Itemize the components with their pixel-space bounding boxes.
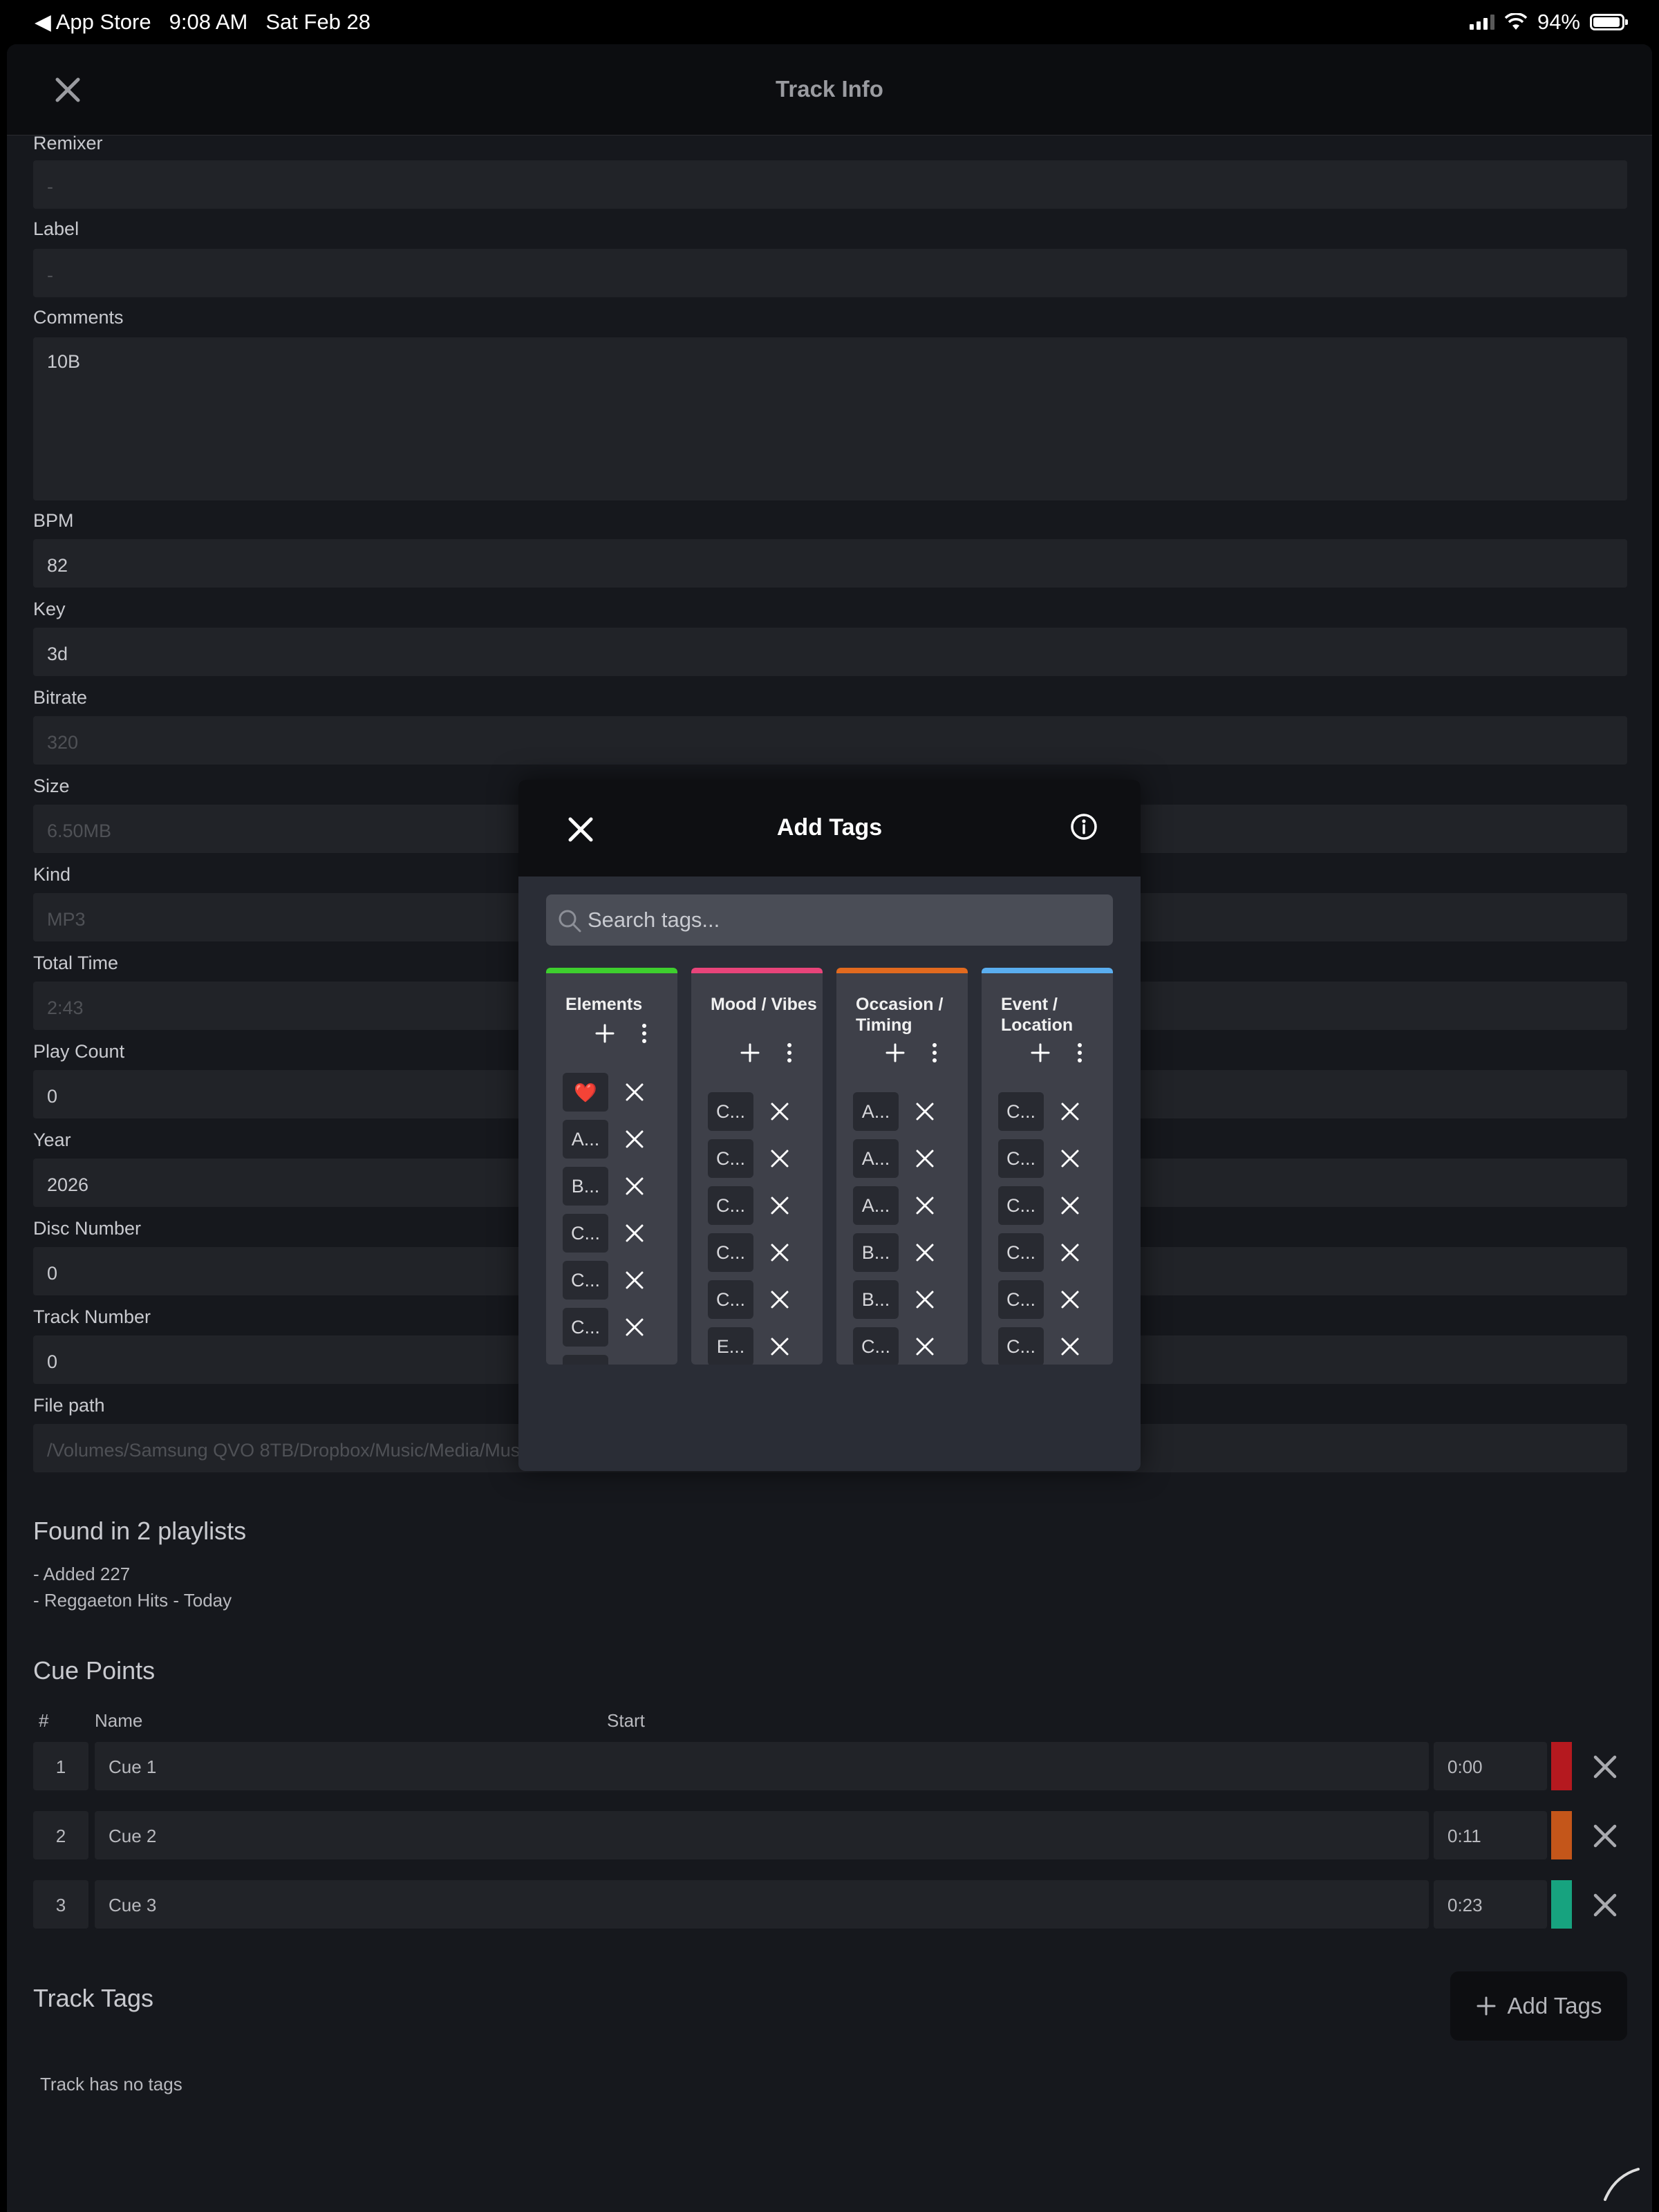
remove-tag-icon[interactable] bbox=[915, 1196, 935, 1215]
tag-column-elements: Elements ❤️ A... B... C... C... C... bbox=[546, 968, 677, 1365]
more-vertical-icon[interactable] bbox=[640, 1023, 648, 1044]
tag-chip[interactable]: C... bbox=[708, 1233, 753, 1272]
add-tag-icon[interactable] bbox=[1030, 1042, 1051, 1063]
column-color-bar bbox=[691, 968, 823, 973]
column-title: Occasion / Timing bbox=[856, 995, 944, 1035]
remove-tag-icon[interactable] bbox=[1060, 1102, 1080, 1121]
tag-column-mood-vibes: Mood / Vibes C... C... C... C... C... E.… bbox=[691, 968, 823, 1365]
tag-chip[interactable]: C... bbox=[853, 1327, 899, 1365]
more-vertical-icon[interactable] bbox=[930, 1042, 939, 1063]
remove-tag-icon[interactable] bbox=[770, 1290, 789, 1309]
remove-tag-icon[interactable] bbox=[770, 1149, 789, 1168]
remove-tag-icon[interactable] bbox=[770, 1243, 789, 1262]
tag-chip[interactable]: A... bbox=[853, 1092, 899, 1131]
remove-tag-icon[interactable] bbox=[770, 1337, 789, 1356]
tag-chip[interactable]: C... bbox=[563, 1214, 608, 1253]
more-vertical-icon[interactable] bbox=[785, 1042, 794, 1063]
tag-chip[interactable]: B... bbox=[563, 1167, 608, 1206]
modal-header: Add Tags bbox=[518, 780, 1141, 877]
tag-column-event-location: Event / Location C... C... C... C... C..… bbox=[982, 968, 1113, 1365]
tag-chip[interactable]: A... bbox=[853, 1139, 899, 1178]
remove-tag-icon[interactable] bbox=[625, 1130, 644, 1149]
tag-search-input[interactable] bbox=[588, 894, 1099, 946]
remove-tag-icon[interactable] bbox=[1060, 1337, 1080, 1356]
tag-search-bar bbox=[546, 894, 1113, 946]
tag-chip[interactable]: C... bbox=[708, 1280, 753, 1319]
modal-title: Add Tags bbox=[776, 814, 883, 841]
remove-tag-icon[interactable] bbox=[915, 1337, 935, 1356]
tag-chip[interactable]: C... bbox=[708, 1092, 753, 1131]
add-tags-modal: Add Tags Elements ❤️ A... B... C... C...… bbox=[518, 780, 1141, 1471]
remove-tag-icon[interactable] bbox=[1060, 1149, 1080, 1168]
column-color-bar bbox=[546, 968, 677, 973]
tag-column-occasion-timing: Occasion / Timing A... A... A... B... B.… bbox=[836, 968, 968, 1365]
tag-chip[interactable]: C... bbox=[708, 1139, 753, 1178]
tag-chip[interactable]: C... bbox=[998, 1233, 1044, 1272]
remove-tag-icon[interactable] bbox=[915, 1243, 935, 1262]
tag-chip[interactable]: C... bbox=[998, 1280, 1044, 1319]
info-icon[interactable] bbox=[1070, 813, 1098, 841]
tag-chip[interactable]: C... bbox=[998, 1139, 1044, 1178]
remove-tag-icon[interactable] bbox=[770, 1196, 789, 1215]
add-tag-icon[interactable] bbox=[885, 1042, 906, 1063]
column-title: Mood / Vibes bbox=[711, 995, 817, 1014]
remove-tag-icon[interactable] bbox=[915, 1290, 935, 1309]
remove-tag-icon[interactable] bbox=[915, 1149, 935, 1168]
remove-tag-icon[interactable] bbox=[625, 1082, 644, 1102]
search-icon bbox=[559, 910, 581, 932]
tag-chip[interactable]: A... bbox=[853, 1186, 899, 1225]
tag-chip[interactable]: B... bbox=[853, 1233, 899, 1272]
tag-chip[interactable]: E... bbox=[708, 1327, 753, 1365]
tag-chip[interactable]: C... bbox=[563, 1261, 608, 1300]
column-color-bar bbox=[982, 968, 1113, 973]
column-title: Elements bbox=[565, 995, 643, 1014]
remove-tag-icon[interactable] bbox=[915, 1102, 935, 1121]
column-title: Event / Location bbox=[1001, 995, 1074, 1035]
tag-chip[interactable]: A... bbox=[563, 1120, 608, 1159]
tag-chip[interactable]: C... bbox=[998, 1186, 1044, 1225]
add-tag-icon[interactable] bbox=[594, 1023, 615, 1044]
tag-chip[interactable]: C... bbox=[998, 1327, 1044, 1365]
remove-tag-icon[interactable] bbox=[625, 1224, 644, 1243]
remove-tag-icon[interactable] bbox=[1060, 1196, 1080, 1215]
remove-tag-icon[interactable] bbox=[1060, 1243, 1080, 1262]
tag-chip[interactable]: C... bbox=[708, 1186, 753, 1225]
remove-tag-icon[interactable] bbox=[625, 1271, 644, 1290]
remove-tag-icon[interactable] bbox=[770, 1102, 789, 1121]
remove-tag-icon[interactable] bbox=[625, 1177, 644, 1196]
remove-tag-icon[interactable] bbox=[625, 1318, 644, 1337]
more-vertical-icon[interactable] bbox=[1076, 1042, 1084, 1063]
remove-tag-icon[interactable] bbox=[1060, 1290, 1080, 1309]
add-tag-icon[interactable] bbox=[740, 1042, 760, 1063]
tag-chip[interactable]: C... bbox=[998, 1092, 1044, 1131]
tag-chip[interactable]: B... bbox=[853, 1280, 899, 1319]
column-color-bar bbox=[836, 968, 968, 973]
tag-chip[interactable]: ❤️ bbox=[563, 1073, 608, 1112]
tag-chip[interactable]: C... bbox=[563, 1308, 608, 1347]
tag-chip-partial[interactable] bbox=[563, 1355, 608, 1365]
